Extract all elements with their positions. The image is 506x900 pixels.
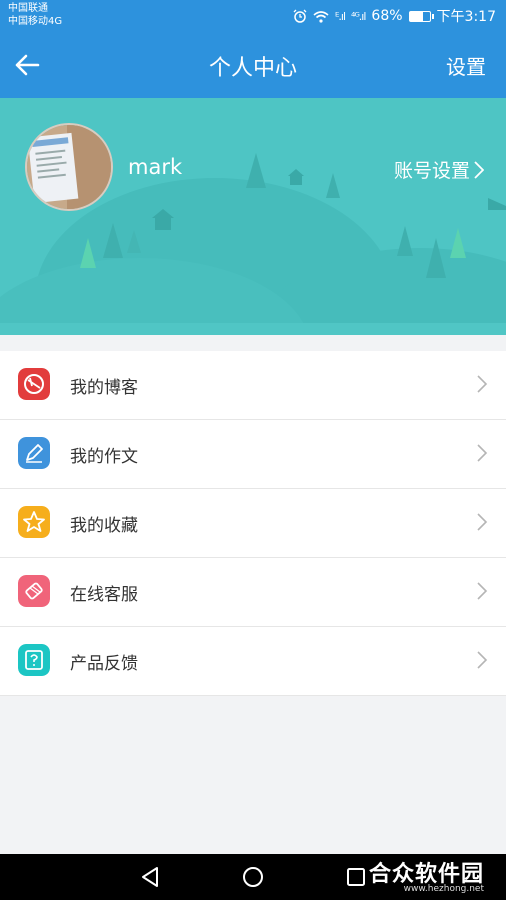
username: mark bbox=[128, 155, 183, 179]
menu-item-customer-service[interactable]: 在线客服 bbox=[0, 558, 506, 627]
watermark-sub: www.hezhong.net bbox=[403, 884, 484, 894]
status-icons: ᴱ.ıl ⁴ᴳ.ıl 68% 下午3:17 bbox=[293, 6, 496, 26]
page-title: 个人中心 bbox=[208, 56, 297, 81]
nav-bar: 个人中心 设置 bbox=[0, 32, 506, 98]
account-settings-link[interactable]: 账号设置 bbox=[394, 156, 484, 183]
menu-label-customer-service: 在线客服 bbox=[70, 585, 138, 605]
menu-label-feedback: 产品反馈 bbox=[70, 654, 138, 674]
back-triangle-icon[interactable] bbox=[140, 866, 160, 888]
recents-square-icon[interactable] bbox=[346, 867, 366, 887]
profile-header: mark 账号设置 bbox=[0, 98, 506, 335]
menu-item-blog[interactable]: 我的博客 bbox=[0, 351, 506, 420]
home-circle-icon[interactable] bbox=[242, 866, 264, 888]
menu-label-favorites: 我的收藏 bbox=[70, 516, 138, 536]
star-icon bbox=[18, 506, 50, 538]
pencil-icon bbox=[18, 437, 50, 469]
avatar[interactable] bbox=[25, 123, 113, 211]
chevron-right-icon bbox=[474, 160, 484, 179]
carrier-info: 中国联通 中国移动4G bbox=[8, 2, 62, 28]
carrier-1: 中国联通 bbox=[8, 3, 48, 14]
avatar-photo bbox=[27, 125, 111, 209]
account-settings-label: 账号设置 bbox=[393, 160, 470, 182]
menu-label-blog: 我的博客 bbox=[70, 378, 138, 398]
carrier-2: 中国移动4G bbox=[8, 16, 63, 27]
chevron-right-icon bbox=[477, 444, 488, 462]
menu-item-essay[interactable]: 我的作文 bbox=[0, 420, 506, 489]
signal-icon-1: ᴱ.ıl bbox=[335, 9, 346, 23]
settings-button[interactable]: 设置 bbox=[446, 51, 486, 80]
battery-fill bbox=[409, 11, 424, 21]
customer-service-icon bbox=[18, 575, 50, 607]
menu-item-favorites[interactable]: 我的收藏 bbox=[0, 489, 506, 558]
chevron-right-icon bbox=[477, 513, 488, 531]
wifi-icon bbox=[313, 10, 329, 23]
signal-icon-2: ⁴ᴳ.ıl bbox=[351, 9, 366, 23]
blog-icon bbox=[18, 368, 50, 400]
battery-icon bbox=[408, 10, 434, 22]
menu-list: 我的博客 我的作文 我的收藏 在线客服 产品反馈 bbox=[0, 351, 506, 696]
status-bar: 中国联通 中国移动4G ᴱ.ıl ⁴ᴳ.ıl 68% 下午3:17 bbox=[0, 0, 506, 32]
menu-label-essay: 我的作文 bbox=[70, 447, 138, 467]
battery-percent: 68% bbox=[371, 8, 403, 24]
feedback-icon bbox=[18, 644, 50, 676]
chevron-right-icon bbox=[477, 375, 488, 393]
chevron-right-icon bbox=[477, 582, 488, 600]
clock: 下午3:17 bbox=[436, 9, 496, 25]
menu-item-feedback[interactable]: 产品反馈 bbox=[0, 627, 506, 696]
alarm-icon bbox=[293, 9, 307, 23]
chevron-right-icon bbox=[477, 651, 488, 669]
